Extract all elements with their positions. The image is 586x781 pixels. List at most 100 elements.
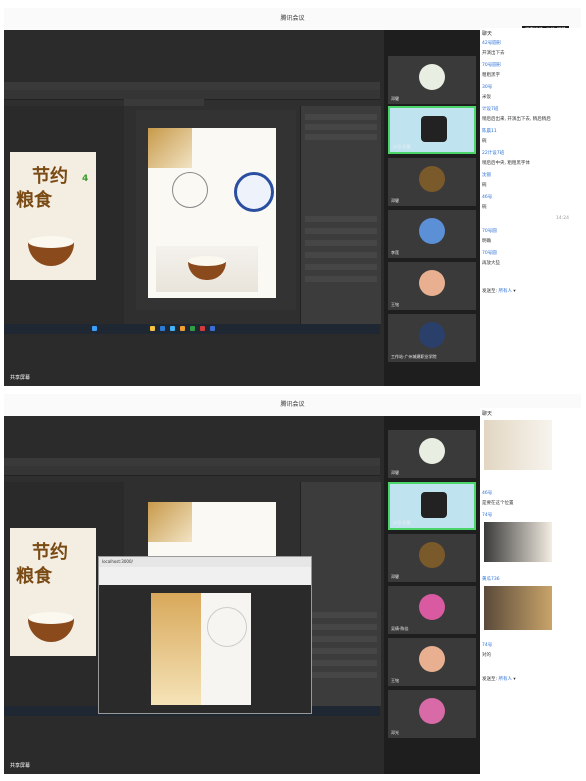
app-icon[interactable]: [180, 326, 185, 331]
participant-name: 邓光: [391, 730, 399, 735]
app-icon[interactable]: [200, 326, 205, 331]
send-to-row[interactable]: 发送至: 所有人 ▾: [482, 288, 516, 294]
chat-message: 粗粗黑字: [482, 73, 500, 78]
plate-graphic: [234, 172, 274, 212]
send-to-row[interactable]: 发送至: 所有人 ▾: [482, 676, 516, 682]
avatar: [419, 646, 445, 672]
avatar: [419, 322, 445, 348]
ps-tab[interactable]: [124, 99, 204, 106]
participant-tile[interactable]: 王铭: [388, 262, 476, 310]
bottom-screenshot: 腾讯会议 正在讲话: 计设-邓健 节约 粮食 localhost:3000/: [4, 394, 581, 774]
participant-tile[interactable]: 李莲: [388, 210, 476, 258]
app-icon[interactable]: [150, 326, 155, 331]
participant-tile[interactable]: 吴倩-陈佳: [388, 586, 476, 634]
chat-message: 是要在这个位置: [482, 501, 514, 506]
chat-sender: 74号: [482, 643, 493, 648]
layer-row[interactable]: [305, 240, 377, 246]
layer-row[interactable]: [305, 648, 377, 654]
rice-top: [28, 612, 74, 624]
participant-name: 李莲: [391, 250, 399, 255]
participant-name: 邓健: [391, 470, 399, 475]
participant-tile[interactable]: 邓光: [388, 690, 476, 738]
participant-tile[interactable]: 计设-邓健: [388, 482, 476, 530]
windows-taskbar[interactable]: [4, 324, 380, 334]
participant-tile[interactable]: 工作站-广州城建职业学院: [388, 314, 476, 362]
chat-sender: 沈丽: [482, 173, 491, 178]
layer-row[interactable]: [305, 216, 377, 222]
avatar: [421, 116, 447, 142]
start-icon[interactable]: [92, 326, 97, 331]
photoshop-window: 节约 粮食 4: [4, 82, 381, 334]
preview-plate-circle: [207, 607, 247, 647]
participant-tile[interactable]: 邓健: [388, 158, 476, 206]
ps-options-bar[interactable]: [4, 466, 380, 476]
layer-row[interactable]: [305, 612, 377, 618]
chat-message: 碗: [482, 205, 487, 210]
browser-viewport: [99, 585, 311, 713]
chat-message: 再放大些: [482, 261, 500, 266]
work-poster: [148, 502, 276, 562]
ps-menubar[interactable]: [4, 82, 380, 90]
poster-title-line1: 节约: [32, 542, 68, 563]
chat-sender: 74号: [482, 513, 493, 518]
work-poster: [148, 128, 276, 298]
chat-sender: 46号: [482, 491, 493, 496]
participant-tile[interactable]: 王铭: [388, 638, 476, 686]
send-to-label: 发送至:: [482, 289, 498, 294]
ps-layers-panel[interactable]: [300, 106, 381, 324]
chevron-down-icon: ▾: [513, 677, 516, 682]
participant-tile[interactable]: 邓健: [388, 430, 476, 478]
chat-message: 稍后后出来, 开演出下去, 稍后稍后: [482, 117, 551, 122]
layer-row[interactable]: [305, 636, 377, 642]
layer-row[interactable]: [305, 134, 377, 140]
rice-poster: 节约 粮食 4: [10, 152, 96, 280]
layer-row[interactable]: [305, 660, 377, 666]
participant-tile[interactable]: 计设-邓健: [388, 106, 476, 154]
screen-share-label: 共享屏幕: [10, 375, 31, 381]
layer-row[interactable]: [305, 264, 377, 270]
browser-address-bar[interactable]: localhost:3000/: [99, 557, 311, 567]
chat-message: 稍后后中央, 粗粗黑字体: [482, 161, 530, 166]
layer-row[interactable]: [305, 624, 377, 630]
chat-sender: 42号圆形: [482, 41, 502, 46]
app-icon[interactable]: [170, 326, 175, 331]
chat-message: 碗: [482, 183, 487, 188]
send-to-label: 发送至:: [482, 677, 498, 682]
participant-tile[interactable]: 邓健: [388, 56, 476, 104]
layer-row[interactable]: [305, 252, 377, 258]
send-to-select[interactable]: 所有人: [498, 289, 512, 294]
ps-layers-panel[interactable]: [300, 482, 381, 706]
chat-panel: 聊天 46号 是要在这个位置 74号 黄瓜736 74号 对的 发送至: 所有人…: [480, 408, 581, 774]
layer-row[interactable]: [305, 124, 377, 130]
chat-image[interactable]: [484, 420, 552, 470]
chat-message: 米饭: [482, 95, 491, 100]
layer-row[interactable]: [305, 276, 377, 282]
chat-image[interactable]: [484, 522, 552, 562]
app-icon[interactable]: [190, 326, 195, 331]
avatar: [419, 698, 445, 724]
poster-title-line1: 节约: [32, 166, 68, 187]
chevron-down-icon: ▾: [513, 289, 516, 294]
app-icon[interactable]: [160, 326, 165, 331]
chat-sender: 70号圆: [482, 229, 497, 234]
chat-image[interactable]: [484, 586, 552, 630]
participant-list: 邓健 计设-邓健 邓健 李莲 王铭 工作站-广州城建职业学院: [384, 30, 480, 386]
chat-sender: 陈晨11: [482, 129, 497, 134]
chat-timestamp: 14:24: [556, 216, 569, 221]
avatar: [419, 218, 445, 244]
layer-row[interactable]: [305, 114, 377, 120]
ps-menubar[interactable]: [4, 458, 380, 466]
participant-tile[interactable]: 邓健: [388, 534, 476, 582]
participant-list: 邓健 计设-邓健 邓健 吴倩-陈佳 王铭 邓光: [384, 416, 480, 774]
app-icon[interactable]: [210, 326, 215, 331]
participant-name: 计设-邓健: [393, 520, 411, 525]
participant-name: 邓健: [391, 198, 399, 203]
layer-row[interactable]: [305, 672, 377, 678]
chat-sender: 黄瓜736: [482, 577, 500, 582]
send-to-select[interactable]: 所有人: [498, 677, 512, 682]
layer-row[interactable]: [305, 228, 377, 234]
browser-window[interactable]: localhost:3000/: [98, 556, 312, 714]
chat-panel: 聊天 42号圆形 开演出下去 70号圆形 粗粗黑字 30号 米饭 计设7班 稍后…: [480, 28, 581, 386]
participant-name: 工作站-广州城建职业学院: [391, 354, 437, 359]
circle-outline: [172, 172, 208, 208]
